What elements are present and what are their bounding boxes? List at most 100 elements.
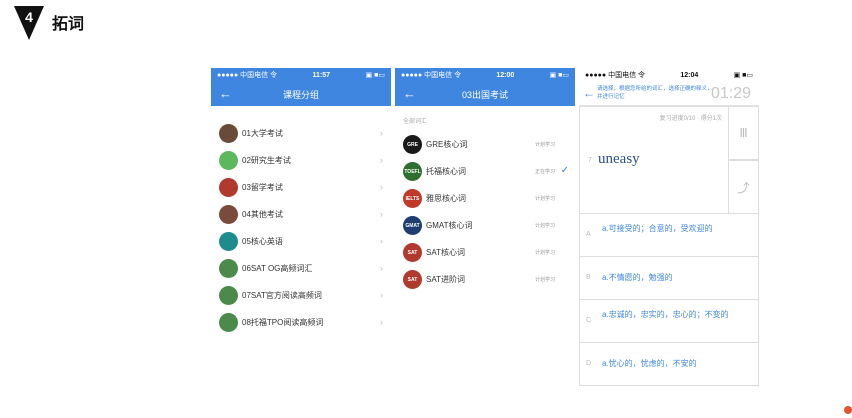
wordbook-status: 计划学习 — [534, 196, 555, 202]
course-group-label: 02研究生考试 — [242, 156, 291, 165]
hint-button[interactable]: ⤴ — [729, 160, 759, 214]
section-number: 4 — [25, 9, 33, 25]
slide: 4 拓词 ●●●●● 中国电信 令 11:57 ▣ ■▭ ← 课程分组 01大学… — [0, 0, 852, 418]
phone-quiz: ●●●●● 中国电信 令 12:04 ▣ ■▭ ← 请选择，根据您所给的词汇，选… — [579, 68, 759, 390]
option-text: a.不情愿的，勉强的 — [602, 273, 673, 282]
chevron-right-icon: › — [380, 128, 383, 138]
option-letter: B — [586, 274, 591, 281]
status-time: 12:00 — [496, 71, 515, 79]
wordbook-logo-icon: SAT — [403, 243, 422, 262]
option-text: a.忧心的，忧虑的，不安的 — [602, 359, 697, 368]
section-title: 拓词 — [52, 16, 85, 33]
wordbook-logo-icon: GRE — [403, 135, 422, 154]
wordbook-logo-icon: TOEFL — [403, 162, 422, 181]
chevron-right-icon: › — [380, 236, 383, 246]
wordbook-item[interactable]: GRE GRE核心词 计划学习 — [395, 131, 575, 158]
status-time: 11:57 — [312, 71, 331, 79]
course-avatar-icon — [219, 286, 238, 305]
word-number: 7 — [588, 157, 592, 164]
chevron-right-icon: › — [380, 155, 383, 165]
nav-bar: ← 课程分组 — [211, 82, 391, 106]
course-avatar-icon — [219, 259, 238, 278]
quiz-instructions: 请选择，根据您所给的词汇，选择正确的释义，并进行记忆 — [597, 86, 713, 100]
course-group-item[interactable]: 05核心英语 › — [211, 228, 391, 255]
wordbook-label: 雅思核心词 — [426, 194, 466, 203]
answer-option[interactable]: Ca.忠诚的，忠实的，忠心的；不变的 — [579, 300, 759, 343]
course-avatar-icon — [219, 124, 238, 143]
answer-option[interactable]: Aa.可接受的；合意的，受欢迎的 — [579, 214, 759, 257]
wordbook-logo-icon: GMAT — [403, 216, 422, 235]
group-label: 全部词汇 — [403, 119, 428, 125]
answer-option[interactable]: Da.忧心的，忧虑的，不安的 — [579, 343, 759, 386]
course-group-label: 06SAT OG高频词汇 — [242, 264, 313, 273]
course-group-label: 05核心英语 — [242, 237, 283, 246]
wordbook-label: 托福核心词 — [426, 167, 466, 176]
corner-dot-icon — [844, 406, 852, 414]
phone-course-groups: ●●●●● 中国电信 令 11:57 ▣ ■▭ ← 课程分组 01大学考试 › 02… — [211, 68, 391, 340]
course-group-label: 04其他考试 — [242, 210, 283, 219]
course-avatar-icon — [219, 151, 238, 170]
course-avatar-icon — [219, 313, 238, 332]
status-time: 12:04 — [680, 71, 699, 79]
option-letter: A — [586, 231, 591, 238]
course-group-label: 03留学考试 — [242, 183, 283, 192]
option-text: a.可接受的；合意的，受欢迎的 — [602, 224, 713, 233]
checkmark-icon: ✓ — [560, 165, 569, 176]
quiz-word: uneasy — [598, 151, 640, 167]
wordbook-status: 计划学习 — [534, 142, 555, 148]
wordbook-label: GMAT核心词 — [426, 221, 473, 230]
course-group-item[interactable]: 01大学考试 › — [211, 120, 391, 147]
course-avatar-icon — [219, 205, 238, 224]
wordbook-label: SAT进阶词 — [426, 275, 465, 284]
course-group-item[interactable]: 07SAT官方阅读高频词 › — [211, 282, 391, 309]
nav-title: 03出国考试 — [461, 89, 508, 100]
hint-icon: ⤴ — [737, 180, 750, 195]
quiz-progress: 复习进度0/10 · 得分1次 — [659, 116, 722, 122]
status-battery: ▣ ■▭ — [733, 72, 753, 79]
status-bar: ●●●●● 中国电信 令 12:00 ▣ ■▭ — [395, 68, 575, 82]
course-avatar-icon — [219, 178, 238, 197]
chevron-right-icon: › — [380, 263, 383, 273]
answer-option[interactable]: Ba.不情愿的，勉强的 — [579, 257, 759, 300]
course-group-item[interactable]: 08托福TPO阅读高频词 › — [211, 309, 391, 336]
back-arrow-icon[interactable]: ← — [403, 86, 416, 101]
option-letter: D — [586, 360, 592, 367]
wordbook-logo-icon: SAT — [403, 270, 422, 289]
course-group-list: 01大学考试 › 02研究生考试 › 03留学考试 › 04其他考试 › 05核心英语 › 06SA… — [211, 106, 391, 336]
phone-abroad-exams: ●●●●● 中国电信 令 12:00 ▣ ■▭ ← 03出国考试 全部词汇 GR… — [395, 68, 575, 340]
status-battery: ▣ ■▭ — [365, 72, 385, 79]
course-group-label: 08托福TPO阅读高频词 — [242, 318, 324, 327]
status-bar: ●●●●● 中国电信 令 12:04 ▣ ■▭ — [579, 68, 759, 82]
wordbook-label: GRE核心词 — [426, 140, 468, 149]
wordbook-label: SAT核心词 — [426, 248, 465, 257]
quiz-timer: 01:29 — [710, 85, 751, 102]
quiz-header: ← 请选择，根据您所给的词汇，选择正确的释义，并进行记忆 01:29 — [579, 82, 759, 106]
chevron-right-icon: › — [380, 290, 383, 300]
word-card: 复习进度0/10 · 得分1次 7 uneasy — [579, 106, 729, 214]
course-avatar-icon — [219, 232, 238, 251]
wordbook-item[interactable]: SAT SAT核心词 计划学习 — [395, 239, 575, 266]
course-group-item[interactable]: 04其他考试 › — [211, 201, 391, 228]
chevron-right-icon: › — [380, 209, 383, 219]
back-arrow-icon[interactable]: ← — [219, 86, 232, 101]
course-group-item[interactable]: 03留学考试 › — [211, 174, 391, 201]
course-group-item[interactable]: 06SAT OG高频词汇 › — [211, 255, 391, 282]
wordbook-item[interactable]: GMAT GMAT核心词 计划学习 — [395, 212, 575, 239]
wordbook-item[interactable]: SAT SAT进阶词 计划学习 — [395, 266, 575, 293]
wordbook-logo-icon: IELTS — [403, 189, 422, 208]
pause-icon: Ⅲ — [739, 126, 748, 140]
course-group-item[interactable]: 02研究生考试 › — [211, 147, 391, 174]
wordbook-status: 计划学习 — [534, 277, 555, 283]
back-arrow-icon[interactable]: ← — [583, 86, 595, 100]
status-battery: ▣ ■▭ — [549, 72, 569, 79]
wordbook-item[interactable]: TOEFL 托福核心词 正在学习 ✓ — [395, 158, 575, 185]
course-group-label: 07SAT官方阅读高频词 — [242, 291, 322, 300]
wordbook-status: 计划学习 — [534, 223, 555, 229]
pause-button[interactable]: Ⅲ — [729, 106, 759, 160]
wordbook-item[interactable]: IELTS 雅思核心词 计划学习 — [395, 185, 575, 212]
nav-bar: ← 03出国考试 — [395, 82, 575, 106]
wordbook-status: 正在学习 — [534, 169, 555, 175]
status-bar: ●●●●● 中国电信 令 11:57 ▣ ■▭ — [211, 68, 391, 82]
wordbook-list: GRE GRE核心词 计划学习 TOEFL 托福核心词 正在学习 ✓ IELTS 雅思核心词 计划… — [395, 131, 575, 293]
section-badge: 4 — [14, 6, 48, 40]
